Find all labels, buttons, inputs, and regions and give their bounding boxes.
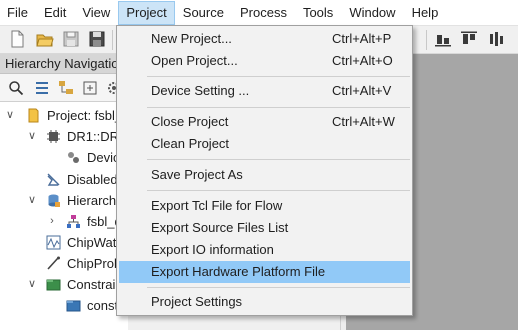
tree-item-device[interactable]: Device [0,147,128,168]
menu-separator [147,287,410,288]
constraints-folder-icon [46,277,61,292]
tree-item-chipprobe[interactable]: ChipProbe [0,253,128,274]
menu-separator [147,76,410,77]
menu-item-label: Save Project As [151,167,243,182]
menu-item-clean-project[interactable]: Clean Project [119,133,410,155]
menu-separator [147,190,410,191]
menu-item-shortcut: Ctrl+Alt+W [332,114,395,129]
menu-item-label: Project Settings [151,294,243,309]
menu-edit[interactable]: Edit [36,1,74,25]
menu-project[interactable]: Project [118,0,175,25]
list-view-icon[interactable] [34,80,50,96]
tree-item-project[interactable]: ∨ Project: fsbl_ddr [0,105,128,126]
tree-item-disabled[interactable]: Disabled [0,169,128,190]
menu-item-export-tcl[interactable]: Export Tcl File for Flow [119,195,410,217]
menu-item-new-project[interactable]: New Project... Ctrl+Alt+P [119,28,410,50]
tree-item-label: Hierarchy [67,193,123,208]
menu-item-export-hardware-platform[interactable]: Export Hardware Platform File [119,261,410,283]
chevron-down-icon[interactable]: ∨ [26,274,38,295]
disabled-icon [46,172,61,187]
chevron-down-icon[interactable]: ∨ [4,105,16,126]
menu-item-label: Device Setting ... [151,83,250,98]
chevron-down-icon[interactable]: ∨ [26,126,38,147]
align-bottom-icon[interactable] [434,30,452,48]
tree-view-icon[interactable] [58,80,74,96]
menu-bar: File Edit View Project Source Process To… [0,0,518,26]
menu-item-label: Clean Project [151,136,230,151]
menu-item-device-setting[interactable]: Device Setting ... Ctrl+Alt+V [119,80,410,102]
search-icon[interactable] [8,80,24,96]
new-file-icon[interactable] [8,30,26,48]
align-top-icon[interactable] [460,30,478,48]
menu-separator [147,159,410,160]
menu-source[interactable]: Source [175,1,232,25]
open-folder-icon[interactable] [36,30,54,48]
menu-item-label: Export Hardware Platform File [151,264,326,279]
menu-process[interactable]: Process [232,1,295,25]
menu-item-save-project-as[interactable]: Save Project As [119,164,410,186]
menu-item-label: Open Project... [151,53,238,68]
tree-item-device-family[interactable]: ∨ DR1::DR1M90 [0,126,128,147]
menu-item-project-settings[interactable]: Project Settings [119,291,410,313]
device-icon [66,150,81,165]
tree-item-hierarchy[interactable]: ∨ Hierarchy [0,190,128,211]
menu-item-close-project[interactable]: Close Project Ctrl+Alt+W [119,111,410,133]
menu-item-shortcut: Ctrl+Alt+P [332,31,392,46]
module-icon [66,214,81,229]
chevron-down-icon[interactable]: ∨ [26,190,38,211]
tree-item-label: Disabled [67,172,118,187]
menu-separator [147,107,410,108]
menu-item-label: Close Project [151,114,229,129]
menu-item-export-io-info[interactable]: Export IO information [119,239,410,261]
save-all-icon[interactable] [88,30,106,48]
menu-item-shortcut: Ctrl+Alt+O [332,53,393,68]
menu-tools[interactable]: Tools [295,1,341,25]
hierarchy-panel-toolbar [0,74,128,102]
file-folder-icon [66,298,81,313]
save-icon[interactable] [62,30,80,48]
menu-item-label: Export IO information [151,242,274,257]
tree-item-chipwatcher[interactable]: ChipWatcher [0,232,128,253]
menu-item-label: Export Tcl File for Flow [151,198,283,213]
menu-item-open-project[interactable]: Open Project... Ctrl+Alt+O [119,50,410,72]
menu-item-label: New Project... [151,31,232,46]
menu-item-label: Export Source Files List [151,220,289,235]
expand-icon[interactable] [82,80,98,96]
hierarchy-panel-title: Hierarchy Navigation [0,54,128,74]
waveform-icon [46,235,61,250]
chevron-right-icon[interactable]: › [46,211,58,232]
menu-view[interactable]: View [74,1,118,25]
probe-icon [46,256,61,271]
project-menu-dropdown: New Project... Ctrl+Alt+P Open Project..… [116,25,413,316]
toolbar-separator [112,30,113,50]
menu-help[interactable]: Help [404,1,447,25]
menu-window[interactable]: Window [341,1,403,25]
menu-item-export-source-list[interactable]: Export Source Files List [119,217,410,239]
align-bars-icon[interactable] [488,30,506,48]
project-folder-icon [26,108,41,123]
tree-item-module[interactable]: › fsbl_ddr [0,211,128,232]
tree-item-constraints[interactable]: ∨ Constraints [0,274,128,295]
menu-file[interactable]: File [0,1,36,25]
menu-item-shortcut: Ctrl+Alt+V [332,83,392,98]
database-icon [46,193,61,208]
hierarchy-tree: ∨ Project: fsbl_ddr ∨ DR1::DR1M90 Device… [0,102,128,330]
tree-item-constraint-file[interactable]: constraints [0,295,128,316]
toolbar-separator [426,30,427,50]
chip-icon [46,129,61,144]
